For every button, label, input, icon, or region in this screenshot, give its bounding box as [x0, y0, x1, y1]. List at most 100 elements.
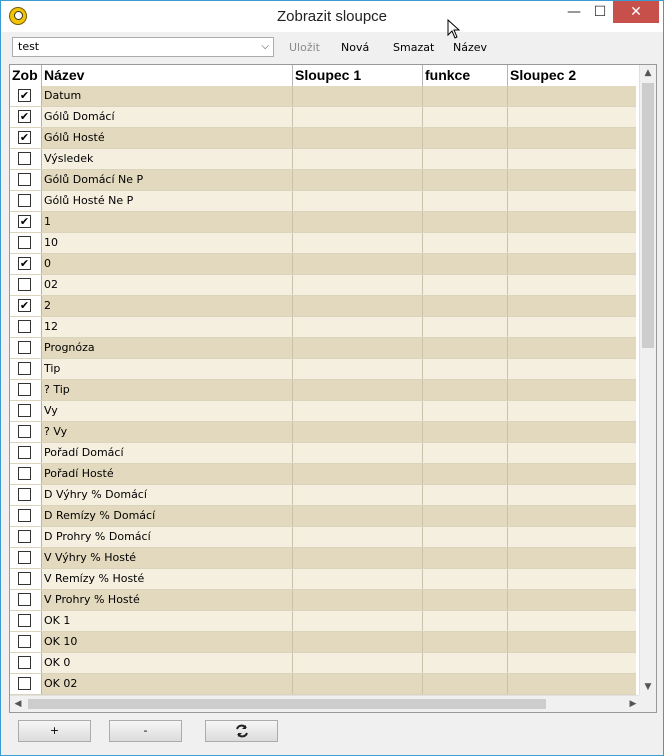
table-row[interactable]: Výsledek: [10, 149, 636, 170]
name-cell[interactable]: V Prohry % Hosté: [42, 590, 293, 610]
chevron-down-icon[interactable]: ⌵: [261, 38, 269, 56]
function-cell[interactable]: [423, 359, 508, 379]
visible-checkbox[interactable]: [18, 425, 31, 438]
visible-checkbox[interactable]: [18, 404, 31, 417]
column-1-cell[interactable]: [293, 128, 423, 148]
name-cell[interactable]: 1: [42, 212, 293, 232]
column-1-cell[interactable]: [293, 422, 423, 442]
function-cell[interactable]: [423, 569, 508, 589]
table-row[interactable]: ✔ Gólů Hosté: [10, 128, 636, 149]
column-2-cell[interactable]: [508, 359, 636, 379]
table-row[interactable]: V Výhry % Hosté: [10, 548, 636, 569]
visible-checkbox[interactable]: [18, 152, 31, 165]
name-cell[interactable]: Gólů Hosté: [42, 128, 293, 148]
table-row[interactable]: 12: [10, 317, 636, 338]
visible-checkbox[interactable]: [18, 278, 31, 291]
preset-select[interactable]: test ⌵: [12, 37, 274, 57]
visible-checkbox[interactable]: [18, 362, 31, 375]
scroll-down-icon[interactable]: ▼: [640, 679, 656, 696]
column-2-cell[interactable]: [508, 401, 636, 421]
function-cell[interactable]: [423, 506, 508, 526]
vertical-scroll-thumb[interactable]: [642, 83, 654, 348]
horizontal-scroll-thumb[interactable]: [28, 699, 546, 709]
function-cell[interactable]: [423, 548, 508, 568]
visible-checkbox[interactable]: ✔: [18, 215, 31, 228]
name-cell[interactable]: D Prohry % Domácí: [42, 527, 293, 547]
table-row[interactable]: V Prohry % Hosté: [10, 590, 636, 611]
column-2-cell[interactable]: [508, 128, 636, 148]
vertical-scrollbar[interactable]: ▲ ▼: [639, 65, 656, 696]
column-1-cell[interactable]: [293, 296, 423, 316]
function-cell[interactable]: [423, 107, 508, 127]
horizontal-scrollbar[interactable]: ◀ ▶: [10, 695, 641, 712]
function-cell[interactable]: [423, 653, 508, 673]
function-cell[interactable]: [423, 401, 508, 421]
column-2-cell[interactable]: [508, 569, 636, 589]
name-cell[interactable]: V Výhry % Hosté: [42, 548, 293, 568]
function-cell[interactable]: [423, 296, 508, 316]
column-2-cell[interactable]: [508, 548, 636, 568]
column-2-cell[interactable]: [508, 275, 636, 295]
column-2-cell[interactable]: [508, 674, 636, 694]
name-cell[interactable]: Gólů Hosté Ne P: [42, 191, 293, 211]
column-2-cell[interactable]: [508, 86, 636, 106]
name-cell[interactable]: Výsledek: [42, 149, 293, 169]
name-cell[interactable]: D Remízy % Domácí: [42, 506, 293, 526]
column-1-cell[interactable]: [293, 674, 423, 694]
visible-checkbox[interactable]: [18, 446, 31, 459]
name-cell[interactable]: Datum: [42, 86, 293, 106]
name-cell[interactable]: OK 10: [42, 632, 293, 652]
column-1-cell[interactable]: [293, 590, 423, 610]
table-row[interactable]: ✔ Gólů Domácí: [10, 107, 636, 128]
column-2-cell[interactable]: [508, 443, 636, 463]
function-cell[interactable]: [423, 527, 508, 547]
title-bar[interactable]: Zobrazit sloupce — ☐ ✕: [1, 1, 663, 39]
visible-checkbox[interactable]: [18, 530, 31, 543]
name-cell[interactable]: 12: [42, 317, 293, 337]
function-cell[interactable]: [423, 590, 508, 610]
column-2-cell[interactable]: [508, 380, 636, 400]
visible-checkbox[interactable]: [18, 635, 31, 648]
visible-checkbox[interactable]: ✔: [18, 131, 31, 144]
function-cell[interactable]: [423, 191, 508, 211]
table-row[interactable]: 10: [10, 233, 636, 254]
table-row[interactable]: D Prohry % Domácí: [10, 527, 636, 548]
table-row[interactable]: D Remízy % Domácí: [10, 506, 636, 527]
column-1-cell[interactable]: [293, 632, 423, 652]
table-row[interactable]: D Výhry % Domácí: [10, 485, 636, 506]
column-1-cell[interactable]: [293, 359, 423, 379]
column-2-cell[interactable]: [508, 485, 636, 505]
name-cell[interactable]: Pořadí Hosté: [42, 464, 293, 484]
visible-checkbox[interactable]: [18, 593, 31, 606]
function-cell[interactable]: [423, 338, 508, 358]
name-cell[interactable]: OK 1: [42, 611, 293, 631]
table-row[interactable]: 02: [10, 275, 636, 296]
header-column-2[interactable]: Sloupec 2: [508, 65, 636, 86]
table-row[interactable]: ✔ 2: [10, 296, 636, 317]
name-cell[interactable]: V Remízy % Hosté: [42, 569, 293, 589]
function-cell[interactable]: [423, 170, 508, 190]
name-cell[interactable]: OK 0: [42, 653, 293, 673]
name-cell[interactable]: Vy: [42, 401, 293, 421]
table-row[interactable]: OK 1: [10, 611, 636, 632]
table-row[interactable]: OK 10: [10, 632, 636, 653]
visible-checkbox[interactable]: ✔: [18, 110, 31, 123]
visible-checkbox[interactable]: [18, 173, 31, 186]
remove-button[interactable]: -: [109, 720, 182, 742]
name-cell[interactable]: 10: [42, 233, 293, 253]
table-row[interactable]: ✔ 0: [10, 254, 636, 275]
name-cell[interactable]: Gólů Domácí Ne P: [42, 170, 293, 190]
function-cell[interactable]: [423, 443, 508, 463]
table-row[interactable]: Vy: [10, 401, 636, 422]
table-row[interactable]: ? Vy: [10, 422, 636, 443]
maximize-button[interactable]: ☐: [587, 1, 613, 23]
visible-checkbox[interactable]: [18, 320, 31, 333]
function-cell[interactable]: [423, 380, 508, 400]
visible-checkbox[interactable]: [18, 551, 31, 564]
new-button[interactable]: Nová: [341, 41, 369, 54]
add-button[interactable]: +: [18, 720, 91, 742]
visible-checkbox[interactable]: [18, 341, 31, 354]
function-cell[interactable]: [423, 485, 508, 505]
column-1-cell[interactable]: [293, 464, 423, 484]
column-1-cell[interactable]: [293, 107, 423, 127]
